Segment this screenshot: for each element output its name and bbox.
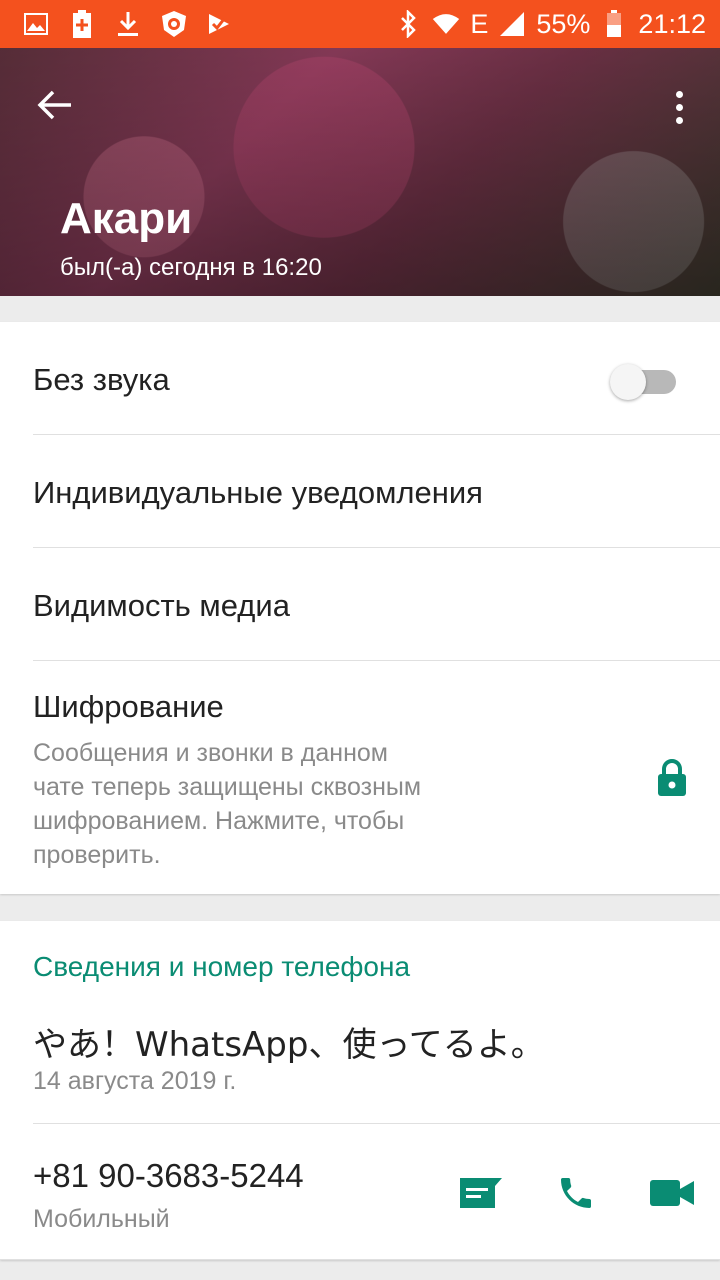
about-text: やあ！WhatsApp、使ってるよ。 bbox=[33, 1025, 545, 1065]
download-icon bbox=[114, 10, 142, 38]
battery-percent: 55% bbox=[536, 8, 591, 39]
call-icon[interactable] bbox=[552, 1169, 600, 1217]
lion-app-icon bbox=[160, 10, 188, 38]
custom-notifications-label: Индивидуальные уведомления bbox=[33, 475, 483, 510]
status-bar: E 55% 21:12 bbox=[0, 0, 720, 48]
contact-info-card: Сведения и номер телефона やあ！WhatsApp、使っ… bbox=[0, 921, 720, 1260]
mute-toggle[interactable] bbox=[610, 364, 676, 400]
wifi-icon bbox=[432, 10, 460, 38]
divider bbox=[33, 1123, 720, 1124]
phone-type: Мобильный bbox=[33, 1205, 170, 1233]
chat-settings-card: Без звука Индивидуальные уведомления Вид… bbox=[0, 322, 720, 894]
divider bbox=[0, 1259, 720, 1260]
custom-notifications-row[interactable]: Индивидуальные уведомления bbox=[0, 435, 720, 548]
bluetooth-icon bbox=[394, 10, 422, 38]
battery-icon bbox=[600, 10, 628, 38]
lock-icon bbox=[656, 758, 688, 798]
encryption-description: Сообщения и звонки в данном чате теперь … bbox=[33, 739, 422, 869]
battery-saver-icon bbox=[68, 10, 96, 38]
clock: 21:12 bbox=[638, 8, 706, 39]
check-app-icon bbox=[206, 10, 234, 38]
mute-row[interactable]: Без звука bbox=[0, 322, 720, 435]
signal-icon bbox=[498, 10, 526, 38]
contact-name: Акари bbox=[60, 194, 193, 243]
more-vert-icon[interactable] bbox=[664, 82, 694, 132]
gallery-icon bbox=[22, 10, 50, 38]
media-visibility-row[interactable]: Видимость медиа bbox=[0, 548, 720, 661]
media-visibility-label: Видимость медиа bbox=[33, 588, 290, 623]
back-arrow-icon[interactable] bbox=[30, 80, 80, 130]
section-title: Сведения и номер телефона bbox=[33, 951, 411, 982]
contact-header[interactable]: Акари был(-а) сегодня в 16:20 bbox=[0, 48, 720, 296]
last-seen-status: был(-а) сегодня в 16:20 bbox=[60, 254, 322, 281]
message-icon[interactable] bbox=[456, 1169, 504, 1217]
encryption-label: Шифрование bbox=[33, 689, 224, 724]
network-type-label: E bbox=[470, 8, 489, 39]
video-call-icon[interactable] bbox=[648, 1169, 696, 1217]
phone-number[interactable]: +81 90-3683-5244 bbox=[33, 1157, 304, 1195]
about-date: 14 августа 2019 г. bbox=[33, 1067, 237, 1095]
mute-label: Без звука bbox=[33, 362, 170, 397]
